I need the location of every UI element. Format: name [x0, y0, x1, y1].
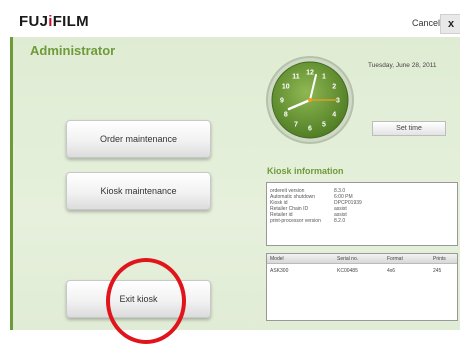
current-date: Tuesday, June 28, 2011: [368, 62, 437, 69]
column-header-prints: Prints: [433, 256, 446, 262]
kiosk-info-title: Kiosk information: [267, 166, 344, 176]
top-bar: FUJiFILM Cancel: [0, 0, 460, 37]
clock-numeral: 5: [322, 122, 326, 129]
set-time-button[interactable]: Set time: [372, 121, 446, 136]
info-row: print-processor version 8.2.0: [270, 218, 346, 224]
clock-numeral: 9: [280, 98, 284, 105]
clock-numeral: 2: [332, 84, 336, 91]
clock-center: [308, 98, 312, 102]
kiosk-admin-screen: FUJiFILM Cancel Administrator Order main…: [0, 0, 460, 349]
cell-serial: KC00485: [337, 268, 358, 274]
kiosk-maintenance-button[interactable]: Kiosk maintenance: [66, 172, 211, 210]
cancel-label[interactable]: Cancel: [412, 18, 440, 28]
cell-prints: 245: [433, 268, 442, 274]
clock-numeral: 8: [284, 112, 288, 119]
clock-numeral: 12: [306, 70, 314, 77]
order-maintenance-button[interactable]: Order maintenance: [66, 120, 211, 158]
close-button[interactable]: x: [440, 14, 460, 34]
highlight-circle: [106, 258, 186, 344]
clock-numeral: 1: [322, 73, 326, 80]
analog-clock: 121234567891011: [271, 61, 349, 139]
page-title: Administrator: [30, 43, 116, 58]
printer-table: Model Serial no. Format Prints ASK300 KC…: [266, 253, 458, 321]
clock-numeral: 7: [294, 122, 298, 129]
table-header: Model Serial no. Format Prints: [267, 254, 457, 264]
column-header-serial: Serial no.: [337, 256, 359, 262]
cell-format: 4x6: [387, 268, 396, 274]
clock-numeral: 4: [332, 112, 336, 119]
clock-numeral: 6: [308, 126, 312, 133]
clock-numeral: 3: [336, 98, 340, 105]
kiosk-info-box: ordereit version 8.3.0 Automatic shutdown…: [266, 182, 458, 246]
cell-model: ASK300: [270, 268, 289, 274]
fujifilm-logo: FUJiFILM: [19, 13, 89, 30]
clock-numeral: 10: [282, 84, 290, 91]
column-header-model: Model: [270, 256, 284, 262]
column-header-format: Format: [387, 256, 403, 262]
clock-numeral: 11: [292, 73, 300, 80]
